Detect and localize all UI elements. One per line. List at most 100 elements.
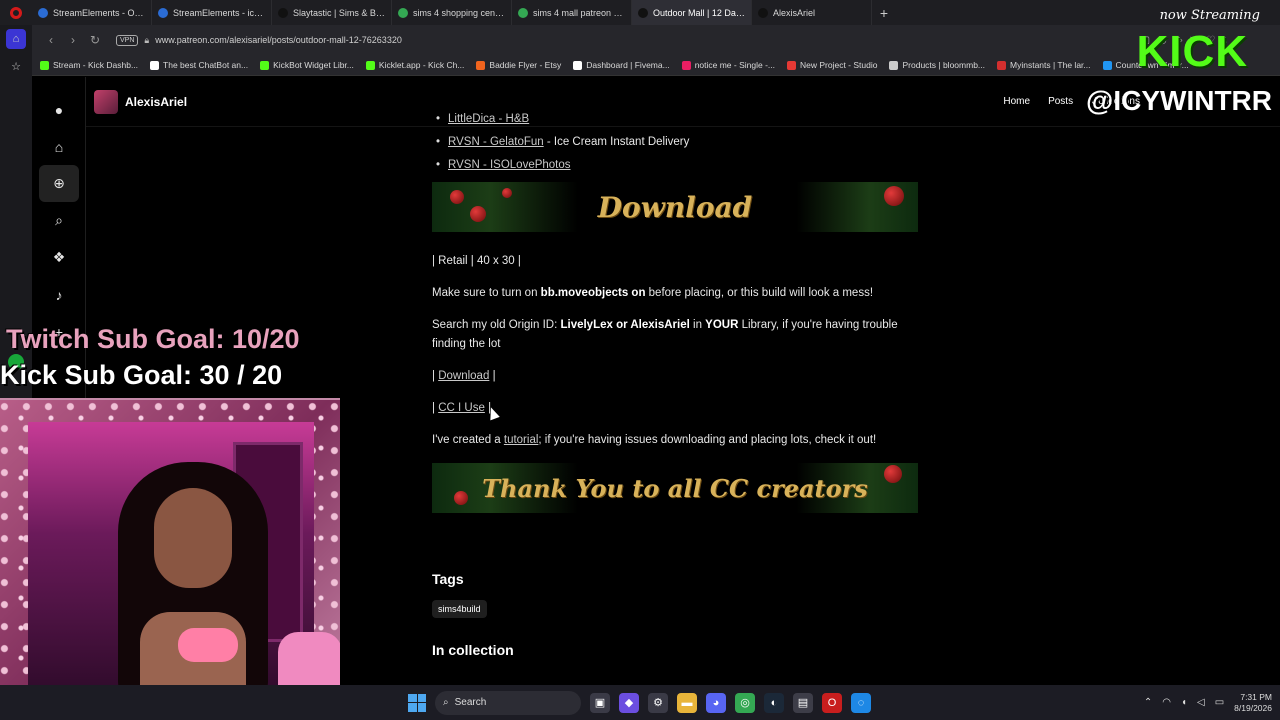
webcam-feed — [0, 398, 340, 720]
origin-note: Search my old Origin ID: LivelyLex or Al… — [432, 316, 922, 354]
battery-icon[interactable]: ▭ — [1215, 697, 1224, 708]
collection-heading: In collection — [432, 642, 514, 658]
bookmark-item[interactable]: Stream - Kick Dashb... — [40, 60, 138, 70]
browser-tab-bar: StreamElements - Overlay StreamElements -… — [0, 0, 1280, 25]
nav-home-link[interactable]: Home — [1003, 96, 1030, 107]
bookmark-favicon-icon — [40, 60, 49, 70]
bookmark-label: Kicklet.app - Kick Ch... — [378, 60, 465, 70]
taskbar-search[interactable]: ⌕ Search — [435, 690, 581, 715]
gear-icon[interactable]: ⚙︎ — [648, 692, 668, 713]
list-item: RVSN - GelatoFun - Ice Cream Instant Del… — [436, 136, 922, 148]
system-clock[interactable]: 7:31 PM 8/19/2026 — [1234, 692, 1272, 714]
download-link[interactable]: Download — [438, 370, 489, 382]
bookmark-label: Products | bloommb... — [902, 60, 986, 70]
task-view-icon[interactable]: ▣ — [590, 692, 610, 713]
star-icon[interactable]: ☆ — [0, 53, 32, 79]
tab-label: sims 4 mall patreon - Goo — [533, 7, 625, 18]
forward-icon[interactable]: › — [62, 33, 84, 47]
browser-tab[interactable]: sims 4 mall patreon - Goo — [512, 0, 632, 25]
creator-name[interactable]: AlexisAriel — [125, 95, 187, 109]
browser-tab[interactable]: StreamElements - icywintr — [152, 0, 272, 25]
reload-icon[interactable]: ↻ — [84, 33, 106, 47]
home-icon[interactable]: ⌂ — [6, 29, 26, 49]
back-icon[interactable]: ‹ — [40, 33, 62, 47]
folder-icon[interactable]: ▬ — [677, 692, 697, 713]
home-nav-icon[interactable]: ⌂ — [32, 128, 86, 165]
search-label: Search — [454, 697, 487, 708]
cc-link[interactable]: RVSN - ISOLovePhotos — [448, 159, 571, 171]
vpn-badge[interactable]: VPN — [116, 34, 139, 46]
tutorial-link[interactable]: tutorial — [504, 434, 539, 446]
bookmark-favicon-icon — [1102, 60, 1112, 70]
tab-favicon-icon — [758, 7, 768, 18]
cc-i-use-link[interactable]: CC I Use — [438, 402, 485, 414]
bookmark-item[interactable]: Myinstants | The lar... — [997, 60, 1091, 70]
lock-icon[interactable]: 🔒︎ — [144, 35, 149, 46]
bookmark-favicon-icon — [997, 60, 1007, 70]
wifi-icon[interactable]: ◠ — [1162, 697, 1171, 708]
tab-favicon-icon — [158, 7, 168, 18]
discord-icon[interactable]: ◕ — [706, 692, 726, 713]
chrome-icon[interactable]: ◎ — [735, 692, 755, 713]
bookmark-favicon-icon — [787, 60, 796, 70]
url-field[interactable]: www.patreon.com/alexisariel/posts/outdoo… — [155, 35, 402, 45]
browser-tab[interactable]: Outdoor Mall | 12 Days O — [632, 0, 752, 25]
explore-icon[interactable]: ⊕ — [39, 165, 79, 202]
bookmark-item[interactable]: The best ChatBot an... — [150, 60, 248, 70]
browser-tab[interactable]: StreamElements - Overlay — [32, 0, 152, 25]
volume-icon[interactable]: ◁ — [1197, 697, 1205, 708]
creator-avatar[interactable] — [94, 89, 118, 114]
tab-label: AlexisAriel — [773, 7, 816, 18]
chat-icon[interactable]: ❖ — [32, 239, 86, 276]
note-text: in — [689, 319, 706, 331]
windows-taskbar: ⌕ Search ▣ ◆ ⚙︎ ▬ ◕ ◎ ◐ ▤ O ◌ ⌃ ◠ ◖ ◁ ▭ 7… — [0, 685, 1280, 720]
tab-label: StreamElements - Overlay — [53, 7, 145, 18]
browser-tab[interactable]: sims 4 shopping center - G — [392, 0, 512, 25]
windows-start-icon[interactable] — [408, 693, 426, 712]
thanks-banner: Thank You to all CC creators — [432, 463, 918, 513]
bookmark-item[interactable]: Products | bloommb... — [889, 60, 985, 70]
opera-icon[interactable]: O — [822, 692, 842, 713]
cc-link[interactable]: RVSN - GelatoFun — [448, 136, 544, 148]
new-tab-button[interactable]: + — [872, 0, 896, 25]
bookmark-item[interactable]: KickBot Widget Libr... — [260, 60, 354, 70]
patreon-logo-icon[interactable]: ● — [32, 91, 86, 128]
cc-line: | CC I Use | — [432, 399, 922, 418]
chevron-up-icon[interactable]: ⌃ — [1144, 697, 1152, 708]
steam-icon[interactable]: ◐ — [764, 692, 784, 713]
tag-chip[interactable]: sims4build — [432, 600, 487, 618]
browser-tab[interactable]: Slaytastic | Sims & Builds — [272, 0, 392, 25]
copilot-icon[interactable]: ◆ — [619, 692, 639, 713]
bell-icon[interactable]: ♪ — [32, 276, 86, 313]
bookmark-label: New Project - Studio — [800, 60, 878, 70]
bookmark-item[interactable]: New Project - Studio — [787, 60, 877, 70]
banner-title: Thank You to all CC creators — [482, 473, 868, 503]
post-content: LittleDica - H&B RVSN - GelatoFun - Ice … — [432, 113, 922, 658]
tab-label: StreamElements - icywintr — [173, 7, 265, 18]
opera-logo-icon[interactable] — [0, 0, 32, 25]
bookmark-label: Baddie Flyer - Etsy — [489, 60, 562, 70]
bookmark-label: The best ChatBot an... — [163, 60, 249, 70]
nav-posts-link[interactable]: Posts — [1048, 96, 1073, 107]
retail-info: | Retail | 40 x 30 | — [432, 255, 521, 267]
address-bar: ‹ › ↻ VPN 🔒︎ www.patreon.com/alexisariel… — [32, 25, 1280, 55]
cc-link[interactable]: LittleDica - H&B — [448, 113, 529, 125]
banner-title: Download — [597, 190, 753, 224]
browser-tab[interactable]: AlexisAriel — [752, 0, 872, 25]
terminal-icon[interactable]: ▤ — [793, 692, 813, 713]
edge-icon[interactable]: ◌ — [851, 692, 871, 713]
tags-heading: Tags — [432, 571, 464, 587]
bookmark-item[interactable]: Baddie Flyer - Etsy — [476, 60, 561, 70]
bookmark-item[interactable]: Dashboard | Fivema... — [573, 60, 670, 70]
tab-favicon-icon — [278, 7, 288, 18]
search-icon[interactable]: ⌕ — [32, 202, 86, 239]
bookmark-item[interactable]: Kicklet.app - Kick Ch... — [365, 60, 465, 70]
note-text: I've created a — [432, 434, 504, 446]
download-line: | Download | — [432, 367, 922, 386]
mic-icon[interactable]: ◖ — [1181, 697, 1187, 708]
bookmarks-bar: Stream - Kick Dashb... The best ChatBot a… — [32, 55, 1280, 76]
list-item: RVSN - ISOLovePhotos — [436, 159, 922, 171]
bookmark-item[interactable]: notice me - Single -... — [681, 60, 775, 70]
pipe-text: | — [492, 370, 496, 382]
bookmark-label: notice me - Single -... — [694, 60, 775, 70]
